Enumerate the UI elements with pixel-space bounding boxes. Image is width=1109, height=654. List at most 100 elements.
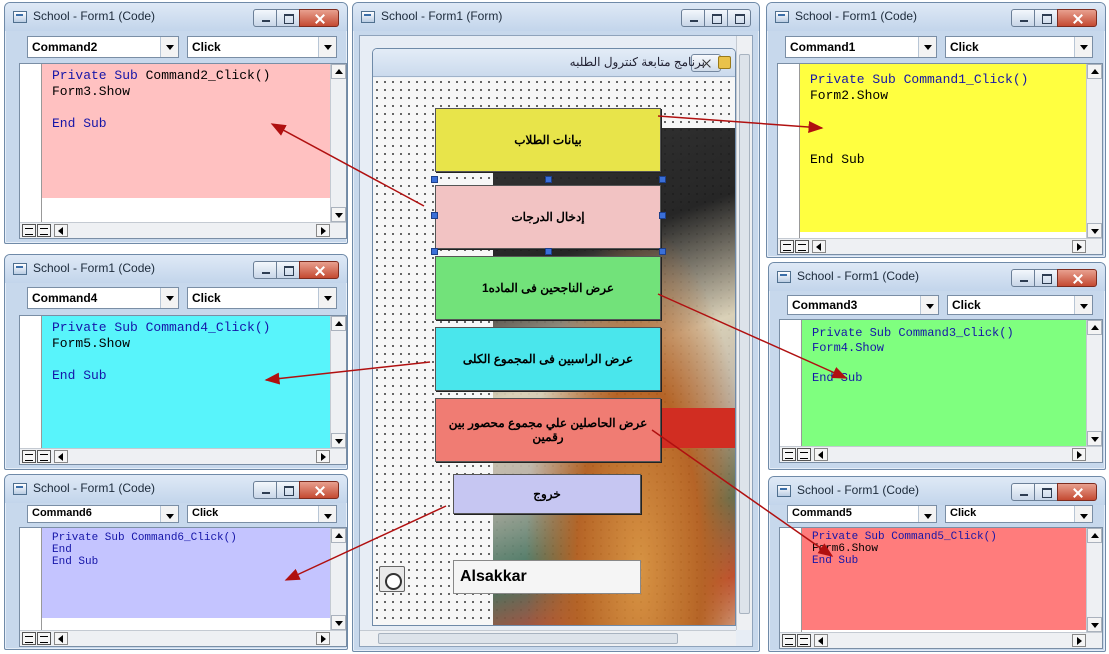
procedure-view-icon[interactable]: [780, 240, 794, 253]
scroll-right-icon[interactable]: [1072, 240, 1086, 253]
chevron-down-icon[interactable]: [160, 37, 178, 57]
selection-handle[interactable]: [545, 248, 552, 255]
selection-handle[interactable]: [659, 248, 666, 255]
chevron-down-icon[interactable]: [160, 506, 178, 522]
chevron-down-icon[interactable]: [318, 37, 336, 57]
scroll-left-icon[interactable]: [812, 240, 826, 253]
vertical-scrollbar[interactable]: [330, 528, 346, 630]
scroll-thumb[interactable]: [378, 633, 678, 644]
selection-handle[interactable]: [431, 176, 438, 183]
full-module-view-icon[interactable]: [37, 632, 51, 645]
code-text[interactable]: Private Sub Command6_Click() End End Sub: [52, 532, 237, 568]
close-button[interactable]: [299, 481, 339, 499]
close-button[interactable]: [1057, 269, 1097, 287]
vertical-scrollbar[interactable]: [1086, 528, 1102, 632]
chevron-down-icon[interactable]: [318, 288, 336, 308]
form-canvas-grid[interactable]: بيانات الطلاب إدخال الدرجات عرض الناجحين…: [373, 78, 735, 625]
designer-area[interactable]: برنامج متابعة كنترول الطلبه بيانات الطلا…: [359, 35, 753, 647]
scroll-right-icon[interactable]: [1072, 634, 1086, 647]
code-text[interactable]: Private Sub Command5_Click() Form6.Show …: [812, 531, 997, 567]
command2-button[interactable]: إدخال الدرجات: [435, 185, 661, 249]
maximize-button[interactable]: [704, 9, 728, 27]
title-bar[interactable]: School - Form1 (Code): [5, 475, 347, 503]
minimize-button[interactable]: [253, 261, 277, 279]
code-editor[interactable]: Private Sub Command4_Click() Form5.Show …: [19, 315, 347, 465]
chevron-down-icon[interactable]: [918, 37, 936, 57]
code-area[interactable]: Private Sub Command1_Click() Form2.Show …: [800, 64, 1086, 232]
object-dropdown[interactable]: Command5: [787, 505, 937, 523]
scroll-up-icon[interactable]: [1087, 64, 1102, 79]
procedure-dropdown[interactable]: Click: [187, 287, 337, 309]
full-module-view-icon[interactable]: [37, 224, 51, 237]
title-bar[interactable]: School - Form1 (Code): [5, 3, 347, 31]
procedure-dropdown[interactable]: Click: [187, 36, 337, 58]
close-button[interactable]: [299, 9, 339, 27]
scroll-up-icon[interactable]: [1087, 528, 1102, 543]
close-button[interactable]: [299, 261, 339, 279]
scroll-left-icon[interactable]: [54, 450, 68, 463]
code-window-command1[interactable]: School - Form1 (Code) Command1 Click Pri…: [766, 2, 1106, 258]
title-bar[interactable]: School - Form1 (Code): [767, 3, 1105, 31]
title-bar[interactable]: School - Form1 (Form): [353, 3, 759, 31]
command5-button[interactable]: عرض الحاصلين علي مجموع محصور بين رقمين: [435, 398, 661, 462]
procedure-dropdown[interactable]: Click: [945, 505, 1093, 523]
chevron-down-icon[interactable]: [1074, 296, 1092, 314]
scroll-down-icon[interactable]: [1087, 223, 1102, 238]
maximize-button[interactable]: [1034, 9, 1058, 27]
scroll-up-icon[interactable]: [331, 316, 346, 331]
scroll-down-icon[interactable]: [331, 207, 346, 222]
scroll-left-icon[interactable]: [814, 448, 828, 461]
command3-button[interactable]: عرض الناجحين فى الماده1: [435, 256, 661, 320]
object-dropdown[interactable]: Command1: [785, 36, 937, 58]
scroll-down-icon[interactable]: [1087, 617, 1102, 632]
scroll-down-icon[interactable]: [331, 615, 346, 630]
full-module-view-icon[interactable]: [797, 634, 811, 647]
minimize-button[interactable]: [253, 9, 277, 27]
scroll-right-icon[interactable]: [316, 632, 330, 645]
scroll-thumb[interactable]: [739, 54, 750, 614]
close-button[interactable]: [1057, 9, 1097, 27]
close-button[interactable]: [727, 9, 751, 27]
code-area[interactable]: Private Sub Command4_Click() Form5.Show …: [42, 316, 330, 448]
code-editor[interactable]: Private Sub Command5_Click() Form6.Show …: [779, 527, 1103, 649]
vertical-scrollbar[interactable]: [1086, 64, 1102, 238]
horizontal-scrollbar[interactable]: [780, 446, 1102, 462]
label-alsakkar[interactable]: Alsakkar: [453, 560, 641, 594]
command4-button[interactable]: عرض الراسبين فى المجموع الكلى: [435, 327, 661, 391]
procedure-dropdown[interactable]: Click: [947, 295, 1093, 315]
chevron-down-icon[interactable]: [920, 296, 938, 314]
vertical-scrollbar[interactable]: [330, 64, 346, 222]
code-editor[interactable]: Private Sub Command3_Click() Form4.Show …: [779, 319, 1103, 463]
maximize-button[interactable]: [276, 261, 300, 279]
object-dropdown[interactable]: Command2: [27, 36, 179, 58]
scroll-up-icon[interactable]: [331, 64, 346, 79]
scroll-left-icon[interactable]: [54, 224, 68, 237]
code-area[interactable]: Private Sub Command2_Click() Form3.Show …: [42, 64, 330, 198]
form-designer-window[interactable]: School - Form1 (Form) برنامج متابعة كنتر…: [352, 2, 760, 652]
scroll-up-icon[interactable]: [331, 528, 346, 543]
scroll-down-icon[interactable]: [331, 433, 346, 448]
object-dropdown[interactable]: Command6: [27, 505, 179, 523]
code-text[interactable]: Private Sub Command3_Click() Form4.Show …: [812, 326, 1014, 386]
command6-button[interactable]: خروج: [453, 474, 641, 514]
chevron-down-icon[interactable]: [318, 506, 336, 522]
scroll-left-icon[interactable]: [814, 634, 828, 647]
form1-title-bar[interactable]: برنامج متابعة كنترول الطلبه: [373, 49, 735, 77]
scroll-right-icon[interactable]: [1072, 448, 1086, 461]
chevron-down-icon[interactable]: [1074, 506, 1092, 522]
procedure-view-icon[interactable]: [22, 632, 36, 645]
selection-handle[interactable]: [431, 248, 438, 255]
command1-button[interactable]: بيانات الطلاب: [435, 108, 661, 172]
title-bar[interactable]: School - Form1 (Code): [5, 255, 347, 283]
selection-handle[interactable]: [659, 212, 666, 219]
procedure-dropdown[interactable]: Click: [945, 36, 1093, 58]
horizontal-scrollbar[interactable]: [780, 632, 1102, 648]
minimize-button[interactable]: [681, 9, 705, 27]
selection-handle[interactable]: [431, 212, 438, 219]
chevron-down-icon[interactable]: [918, 506, 936, 522]
procedure-view-icon[interactable]: [782, 448, 796, 461]
vertical-scrollbar[interactable]: [736, 36, 752, 630]
timer-control-icon[interactable]: [379, 566, 405, 592]
code-editor[interactable]: Private Sub Command1_Click() Form2.Show …: [777, 63, 1103, 255]
maximize-button[interactable]: [1034, 269, 1058, 287]
